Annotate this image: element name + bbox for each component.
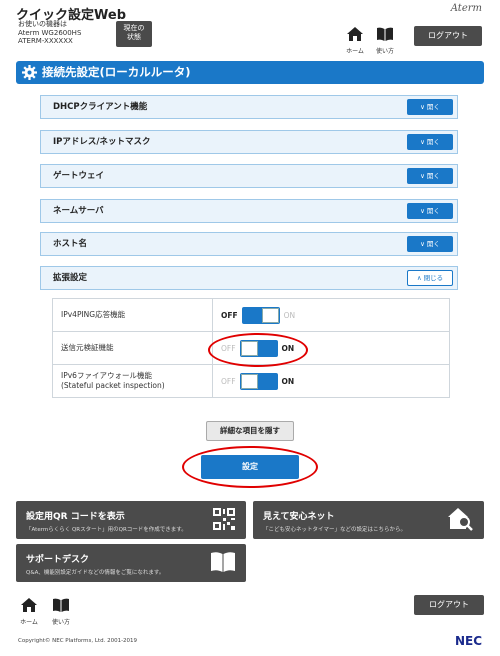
hide-details-button[interactable]: 詳細な項目を隠す	[206, 421, 294, 441]
table-row: 送信元検証機能 OFF ON	[52, 331, 450, 365]
open-button[interactable]: ∨ 開く	[407, 99, 453, 115]
close-label: 閉じる	[423, 274, 444, 282]
accordion-host-name[interactable]: ホスト名 ∨ 開く	[40, 232, 458, 256]
model-id: ATERM-XXXXXX	[18, 37, 73, 45]
close-button[interactable]: ∧ 閉じる	[407, 270, 453, 286]
table-row: IPv6ファイアウォール機能 (Stateful packet inspecti…	[52, 364, 450, 398]
section-header: 接続先設定(ローカルルータ)	[16, 61, 484, 84]
accordion-label: ゲートウェイ	[53, 171, 105, 181]
accordion-label: ホスト名	[53, 239, 88, 249]
off-label: OFF	[221, 343, 236, 353]
tile-title: 見えて安心ネット	[263, 512, 335, 522]
setting-label-line2: (Stateful packet inspection)	[61, 381, 165, 390]
current-status-button[interactable]: 現在の状態	[116, 21, 152, 47]
toggle-knob[interactable]	[261, 307, 279, 323]
setting-value: OFF ON	[212, 331, 450, 365]
toggle-knob[interactable]	[240, 373, 258, 389]
accordion-extended-settings[interactable]: 拡張設定 ∧ 閉じる	[40, 266, 458, 290]
accordion-gateway[interactable]: ゲートウェイ ∨ 開く	[40, 164, 458, 188]
setting-label-line1: IPv6ファイアウォール機能	[61, 371, 152, 380]
open-button[interactable]: ∨ 開く	[407, 168, 453, 184]
qr-code-icon	[212, 507, 236, 531]
accordion-label: IPアドレス/ネットマスク	[53, 137, 151, 147]
open-label: 開く	[426, 172, 440, 180]
nec-logo: NEC	[454, 634, 482, 648]
toggle-switch[interactable]	[239, 372, 278, 390]
home-icon	[347, 27, 363, 41]
chevron-down-icon: ∨	[420, 103, 425, 111]
toggle-ipv6-firewall[interactable]: OFF ON	[221, 372, 295, 390]
gear-icon	[22, 65, 37, 80]
toggle-switch[interactable]	[239, 339, 278, 357]
setting-label: IPv6ファイアウォール機能 (Stateful packet inspecti…	[52, 364, 213, 398]
open-button[interactable]: ∨ 開く	[407, 203, 453, 219]
model-caption: お使いの機器は	[18, 20, 67, 28]
off-label: OFF	[221, 310, 238, 320]
setting-label: 送信元検証機能	[52, 331, 213, 365]
home-icon	[21, 598, 37, 612]
toggle-ipv4-ping[interactable]: OFF ON	[221, 306, 296, 324]
model-name: Aterm WG2600HS	[18, 28, 82, 37]
home-search-icon	[448, 508, 473, 531]
table-row: IPv4PING応答機能 OFF ON	[52, 298, 450, 332]
accordion-label: DHCPクライアント機能	[53, 102, 148, 112]
home-label: ホーム	[20, 619, 38, 626]
logout-button[interactable]: ログアウト	[414, 26, 482, 46]
accordion-dhcp-client[interactable]: DHCPクライアント機能 ∨ 開く	[40, 95, 458, 119]
on-label: ON	[283, 310, 296, 320]
help-link[interactable]: 使い方	[374, 26, 396, 55]
on-label: ON	[281, 376, 295, 386]
support-desk-tile[interactable]: サポートデスク Q&A、機能別設定ガイドなどの情報をご覧になれます。	[16, 544, 246, 582]
footer-home-link[interactable]: ホーム	[18, 597, 40, 626]
open-label: 開く	[426, 240, 440, 248]
home-link[interactable]: ホーム	[344, 26, 366, 55]
setting-label: IPv4PING応答機能	[52, 298, 213, 332]
off-label: OFF	[221, 376, 236, 386]
accordion-name-server[interactable]: ネームサーバ ∨ 開く	[40, 199, 458, 223]
tile-title: サポートデスク	[26, 555, 90, 565]
qr-code-tile[interactable]: 設定用QR コードを表示 「Atermらくらく QRスタート」用のQRコードを作…	[16, 501, 246, 539]
toggle-source-verification[interactable]: OFF ON	[221, 339, 295, 357]
open-button[interactable]: ∨ 開く	[407, 134, 453, 150]
open-button[interactable]: ∨ 開く	[407, 236, 453, 252]
tile-description: Q&A、機能別設定ガイドなどの情報をご覧になれます。	[26, 570, 165, 576]
tile-description: 「こども安心ネットタイマー」などの設定はこちらから。	[263, 527, 407, 533]
chevron-down-icon: ∨	[420, 207, 425, 215]
accordion-label: 拡張設定	[53, 273, 88, 283]
setting-value: OFF ON	[212, 298, 450, 332]
tile-title: 設定用QR コードを表示	[26, 512, 125, 522]
open-label: 開く	[426, 207, 440, 215]
submit-button[interactable]: 設定	[201, 455, 299, 479]
chevron-down-icon: ∨	[420, 172, 425, 180]
open-label: 開く	[426, 138, 440, 146]
on-label: ON	[281, 343, 295, 353]
header: クイック設定Web お使いの機器は Aterm WG2600HS ATERM-X…	[0, 0, 500, 56]
mieru-anshin-net-tile[interactable]: 見えて安心ネット 「こども安心ネットタイマー」などの設定はこちらから。	[253, 501, 484, 539]
tile-description: 「Atermらくらく QRスタート」用のQRコードを作成できます。	[26, 527, 187, 533]
setting-value: OFF ON	[212, 364, 450, 398]
brand-logo: Aterm	[450, 3, 482, 14]
section-title: 接続先設定(ローカルルータ)	[42, 65, 191, 79]
extended-settings-table: IPv4PING応答機能 OFF ON 送信元検証機能 OFF ON IPv6フ…	[52, 298, 450, 398]
footer-help-link[interactable]: 使い方	[50, 597, 72, 626]
current-status-label: 現在の状態	[123, 24, 145, 41]
toggle-knob[interactable]	[240, 340, 258, 356]
help-label: 使い方	[51, 619, 70, 626]
open-label: 開く	[426, 103, 440, 111]
footer-logout-button[interactable]: ログアウト	[414, 595, 484, 615]
book-icon	[53, 598, 69, 612]
chevron-down-icon: ∨	[420, 240, 425, 248]
book-icon	[377, 27, 393, 41]
copyright: Copyright© NEC Platforms, Ltd. 2001-2019	[18, 638, 138, 644]
toggle-switch[interactable]	[241, 306, 280, 324]
help-label: 使い方	[375, 48, 394, 55]
chevron-up-icon: ∧	[416, 274, 422, 282]
accordion-label: ネームサーバ	[53, 206, 104, 216]
chevron-down-icon: ∨	[420, 138, 425, 146]
device-model-info: お使いの機器は Aterm WG2600HS ATERM-XXXXXX	[18, 20, 81, 46]
book-icon	[211, 552, 235, 572]
accordion-ip-netmask[interactable]: IPアドレス/ネットマスク ∨ 開く	[40, 130, 458, 154]
home-label: ホーム	[346, 48, 364, 55]
